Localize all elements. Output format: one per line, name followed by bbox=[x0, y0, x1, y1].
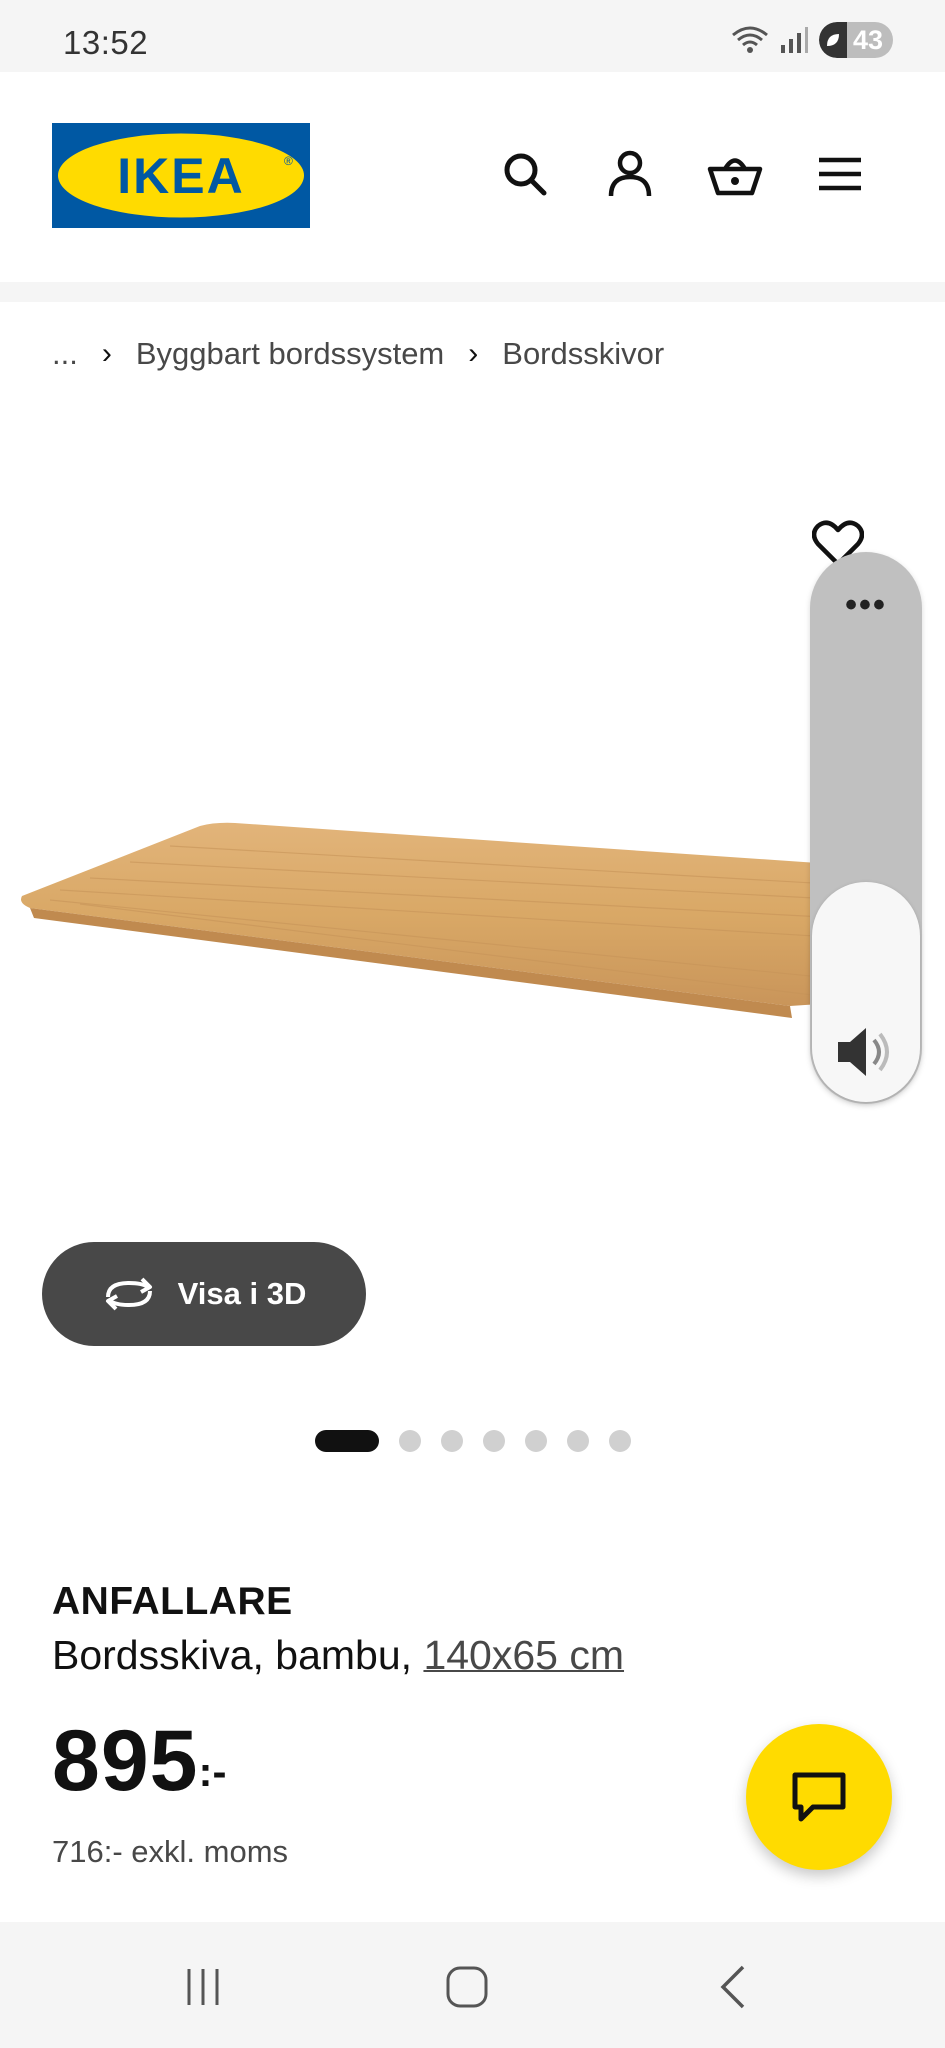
recent-apps-icon[interactable] bbox=[168, 1952, 238, 2022]
chevron-right-icon: › bbox=[468, 337, 479, 370]
product-price: 895 :- bbox=[52, 1718, 226, 1804]
menu-icon[interactable] bbox=[808, 142, 872, 206]
svg-text:IKEA: IKEA bbox=[117, 148, 244, 204]
volume-knob[interactable] bbox=[812, 882, 920, 1102]
volume-icon bbox=[838, 1028, 889, 1076]
view-3d-label: Visa i 3D bbox=[177, 1276, 307, 1311]
status-bar: 13:52 43 bbox=[0, 0, 945, 72]
chat-button[interactable] bbox=[746, 1724, 892, 1870]
carousel-dot[interactable] bbox=[315, 1430, 379, 1452]
more-options-icon[interactable]: ••• bbox=[810, 586, 922, 625]
product-description: Bordsskiva, bambu, 140x65 cm bbox=[52, 1632, 624, 1679]
carousel-dot[interactable] bbox=[483, 1430, 505, 1452]
rotate-3d-icon bbox=[105, 1277, 152, 1311]
search-icon[interactable] bbox=[493, 142, 557, 206]
product-image[interactable] bbox=[0, 440, 945, 1160]
product-description-text: Bordsskiva, bambu, bbox=[52, 1632, 424, 1678]
view-3d-button[interactable]: Visa i 3D bbox=[42, 1242, 366, 1346]
breadcrumb-item-byggbart[interactable]: Byggbart bordssystem bbox=[136, 336, 444, 372]
carousel-dot[interactable] bbox=[567, 1430, 589, 1452]
header-divider bbox=[0, 282, 945, 302]
wifi-icon bbox=[732, 26, 768, 53]
price-amount: 895 bbox=[52, 1713, 199, 1809]
carousel-dot[interactable] bbox=[399, 1430, 421, 1452]
system-nav-bar bbox=[0, 1922, 945, 2048]
breadcrumb: ... › Byggbart bordssystem › Bordsskivor bbox=[52, 336, 664, 372]
carousel-dot[interactable] bbox=[441, 1430, 463, 1452]
ikea-logo[interactable]: IKEA ® bbox=[52, 123, 310, 228]
site-header: IKEA ® bbox=[0, 72, 945, 282]
home-icon[interactable] bbox=[432, 1952, 502, 2022]
breadcrumb-ellipsis[interactable]: ... bbox=[52, 336, 78, 372]
signal-icon bbox=[780, 27, 808, 53]
carousel-dot[interactable] bbox=[525, 1430, 547, 1452]
cart-icon[interactable] bbox=[703, 142, 767, 206]
battery-level: 43 bbox=[852, 24, 883, 55]
svg-text:®: ® bbox=[284, 154, 293, 168]
floating-side-panel[interactable]: ••• bbox=[810, 552, 922, 1104]
product-size-link[interactable]: 140x65 cm bbox=[423, 1632, 624, 1678]
chat-icon bbox=[792, 1772, 846, 1822]
price-excl-vat: 716:- exkl. moms bbox=[52, 1834, 289, 1869]
carousel-dot[interactable] bbox=[609, 1430, 631, 1452]
breadcrumb-item-bordsskivor[interactable]: Bordsskivor bbox=[502, 336, 664, 372]
price-suffix: :- bbox=[198, 1748, 227, 1795]
image-carousel-indicator bbox=[315, 1430, 631, 1452]
product-name: ANFALLARE bbox=[52, 1580, 293, 1623]
ikea-logo-graphic: IKEA ® bbox=[52, 123, 310, 228]
chevron-right-icon: › bbox=[101, 337, 112, 370]
back-icon[interactable] bbox=[697, 1952, 767, 2022]
tabletop-image bbox=[21, 822, 920, 1018]
status-time: 13:52 bbox=[63, 24, 149, 61]
status-icons: 43 bbox=[731, 22, 893, 58]
battery-icon: 43 bbox=[818, 22, 893, 58]
account-icon[interactable] bbox=[598, 142, 662, 206]
